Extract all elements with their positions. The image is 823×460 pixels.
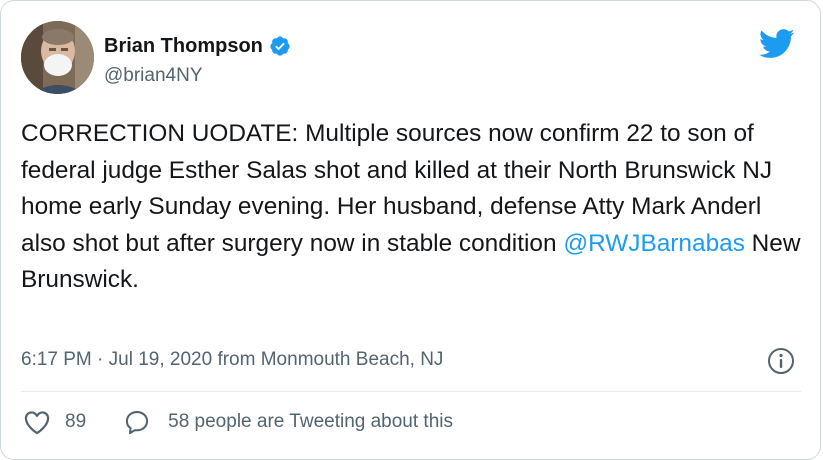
- author-name-row[interactable]: Brian Thompson: [104, 34, 291, 58]
- tweet-timestamp[interactable]: 6:17 PM · Jul 19, 2020 from Monmouth Bea…: [21, 348, 443, 372]
- heart-icon: [24, 411, 50, 435]
- divider: [21, 391, 801, 392]
- avatar[interactable]: [21, 21, 94, 94]
- discussion-link[interactable]: 58 people are Tweeting about this: [86, 409, 453, 435]
- tweet-actions: 89 58 people are Tweeting about this: [21, 409, 453, 435]
- info-icon[interactable]: [767, 347, 795, 375]
- author-name[interactable]: Brian Thompson: [104, 34, 263, 58]
- speech-bubble-icon: [126, 411, 149, 435]
- avatar-image: [21, 21, 94, 94]
- mention-link[interactable]: @RWJBarnabas: [563, 230, 745, 257]
- author-handle[interactable]: @brian4NY: [104, 64, 203, 88]
- discussion-text: 58 people are Tweeting about this: [168, 411, 454, 432]
- tweet-card: Brian Thompson @brian4NY CORRECTION UODA…: [0, 0, 821, 460]
- verified-badge-icon: [270, 36, 290, 56]
- tweet-text: CORRECTION UODATE: Multiple sources now …: [21, 116, 811, 299]
- like-count: 89: [65, 411, 87, 432]
- like-button[interactable]: 89: [21, 409, 86, 435]
- twitter-bird-icon[interactable]: [759, 29, 795, 59]
